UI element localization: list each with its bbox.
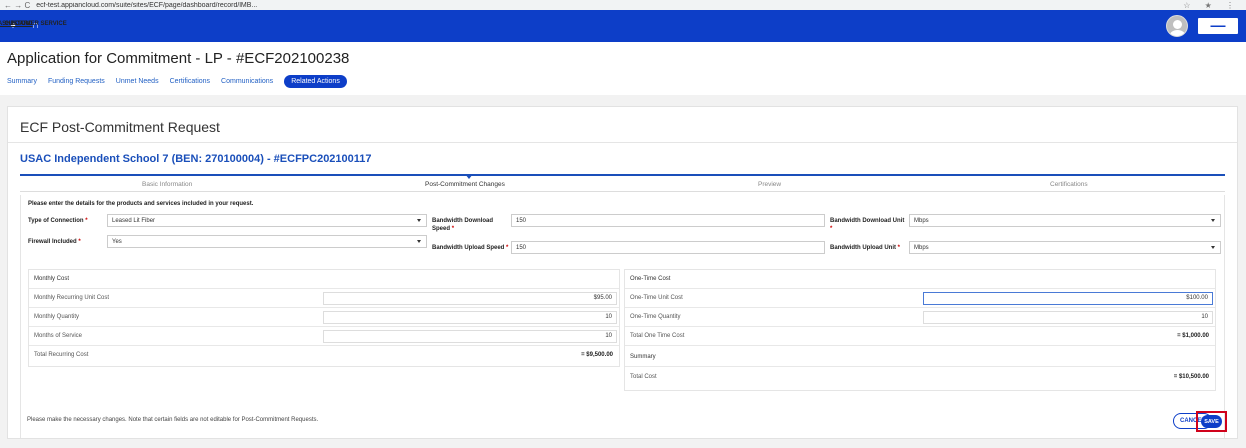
- chevron-down-icon: [1211, 246, 1215, 249]
- one-time-cost-heading: One-Time Cost: [625, 270, 1215, 289]
- browser-nav-icons[interactable]: ← → C: [4, 1, 30, 10]
- monthly-quantity-input[interactable]: 10: [323, 311, 617, 324]
- tab-funding-requests[interactable]: Funding Requests: [48, 75, 105, 88]
- total-one-time-cost-value: = $1,000.00: [1177, 333, 1209, 339]
- card-subtitle: USAC Independent School 7 (BEN: 27010000…: [20, 153, 372, 165]
- form-instructions: Please enter the details for the product…: [28, 201, 254, 207]
- monthly-quantity-row: Monthly Quantity 10: [29, 308, 619, 327]
- one-time-quantity-row: One-Time Quantity 10: [625, 308, 1215, 327]
- total-one-time-cost-row: Total One Time Cost = $1,000.00: [625, 327, 1215, 346]
- bw-download-speed-input[interactable]: 150: [511, 214, 825, 227]
- bw-download-unit-label: Bandwidth Download Unit *: [830, 218, 905, 232]
- changes-form: Please enter the details for the product…: [20, 195, 1225, 438]
- step-basic-information[interactable]: Basic Information: [142, 181, 192, 188]
- address-bar[interactable]: ecf-test.appiancloud.com/suite/sites/ECF…: [36, 2, 1183, 9]
- tab-certifications[interactable]: Certifications: [170, 75, 210, 88]
- tab-summary[interactable]: Summary: [7, 75, 37, 88]
- type-of-connection-select[interactable]: Leased Lit Fiber: [107, 214, 427, 227]
- usac-logo: ▬▬▬: [1198, 18, 1238, 34]
- total-cost-row: Total Cost = $10,500.00: [630, 374, 1209, 380]
- one-time-quantity-input[interactable]: 10: [923, 311, 1213, 324]
- avatar[interactable]: [1166, 15, 1188, 37]
- firewall-included-select[interactable]: Yes: [107, 235, 427, 248]
- bw-download-unit-select[interactable]: Mbps: [909, 214, 1221, 227]
- months-of-service-input[interactable]: 10: [323, 330, 617, 343]
- current-step-marker: [465, 174, 473, 179]
- chevron-down-icon: [417, 240, 421, 243]
- record-tabs: Summary Funding Requests Unmet Needs Cer…: [7, 75, 1239, 88]
- monthly-cost-section: Monthly Cost Monthly Recurring Unit Cost…: [28, 269, 620, 367]
- tab-unmet-needs[interactable]: Unmet Needs: [116, 75, 159, 88]
- chevron-down-icon: [417, 219, 421, 222]
- months-of-service-row: Months of Service 10: [29, 327, 619, 346]
- footer-note: Please make the necessary changes. Note …: [27, 417, 319, 423]
- bw-upload-speed-input[interactable]: 150: [511, 241, 825, 254]
- total-cost-value: = $10,500.00: [1173, 374, 1209, 380]
- step-preview[interactable]: Preview: [758, 181, 781, 188]
- page-title: Application for Commitment - LP - #ECF20…: [7, 50, 350, 67]
- firewall-included-label: Firewall Included *: [28, 239, 81, 245]
- app-navbar: ◕ DASHBOARD ∩ CUSTOMER SERVICE ▬▬▬: [0, 10, 1246, 42]
- one-time-unit-cost-input[interactable]: $100.00: [923, 292, 1213, 305]
- tab-communications[interactable]: Communications: [221, 75, 273, 88]
- type-of-connection-label: Type of Connection *: [28, 218, 88, 224]
- tab-related-actions[interactable]: Related Actions: [284, 75, 347, 88]
- monthly-recurring-unit-cost-row: Monthly Recurring Unit Cost $95.00: [29, 289, 619, 308]
- browser-action-icons[interactable]: ☆ ★ ⋮: [1183, 1, 1240, 10]
- total-recurring-cost-value: = $9,500.00: [581, 352, 613, 358]
- monthly-cost-heading: Monthly Cost: [29, 270, 619, 289]
- one-time-unit-cost-row: One-Time Unit Cost $100.00: [625, 289, 1215, 308]
- card-title: ECF Post-Commitment Request: [20, 119, 220, 135]
- nav-customer-service[interactable]: ∩ CUSTOMER SERVICE: [5, 20, 67, 33]
- divider: [8, 142, 1237, 143]
- summary-heading: Summary: [625, 348, 1215, 367]
- one-time-cost-section: One-Time Cost One-Time Unit Cost $100.00…: [624, 269, 1216, 391]
- bw-upload-speed-label: Bandwidth Upload Speed *: [432, 245, 509, 251]
- page-header: Application for Commitment - LP - #ECF20…: [0, 42, 1246, 95]
- bw-upload-unit-select[interactable]: Mbps: [909, 241, 1221, 254]
- save-button-highlight: SAVE: [1196, 411, 1227, 432]
- request-card: ECF Post-Commitment Request USAC Indepen…: [7, 106, 1238, 439]
- monthly-recurring-unit-cost-input[interactable]: $95.00: [323, 292, 617, 305]
- save-button[interactable]: SAVE: [1201, 415, 1222, 428]
- browser-bar: ← → C ecf-test.appiancloud.com/suite/sit…: [0, 0, 1246, 10]
- bw-download-speed-label: Bandwidth Download Speed *: [432, 218, 493, 232]
- chevron-down-icon: [1211, 219, 1215, 222]
- total-recurring-cost-row: Total Recurring Cost = $9,500.00: [34, 352, 613, 358]
- bw-upload-unit-label: Bandwidth Upload Unit *: [830, 245, 901, 251]
- wizard-steps: Basic Information Post-Commitment Change…: [20, 174, 1225, 192]
- step-certifications[interactable]: Certifications: [1050, 181, 1088, 188]
- step-post-commitment-changes[interactable]: Post-Commitment Changes: [425, 181, 505, 188]
